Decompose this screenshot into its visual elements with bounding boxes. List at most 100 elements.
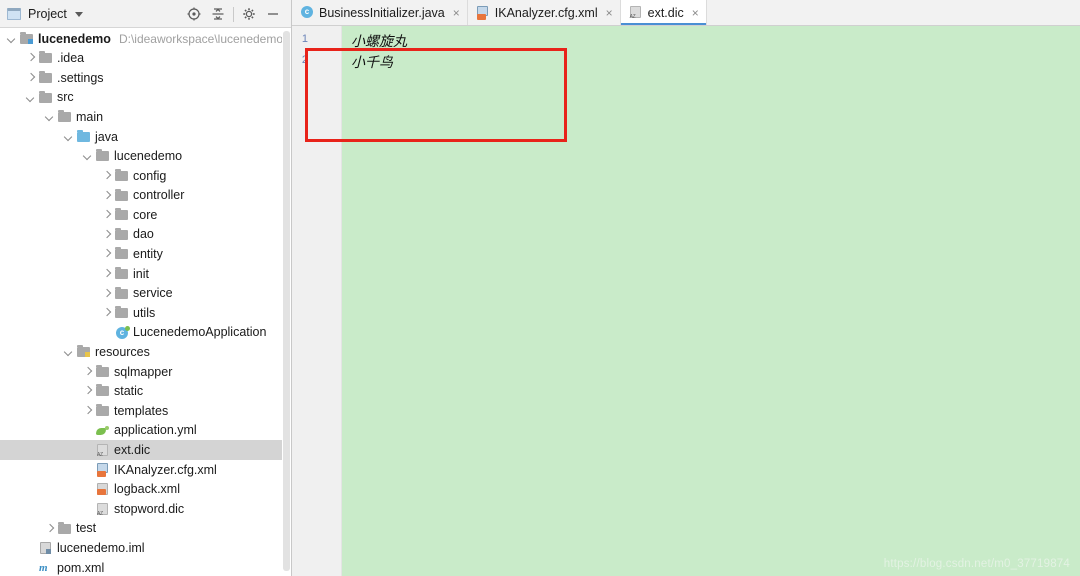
tree-node-lucenedemo[interactable]: lucenedemo [0, 147, 290, 167]
tab-label: IKAnalyzer.cfg.xml [494, 5, 598, 20]
tree-node-init[interactable]: init [0, 264, 290, 284]
tree-node-application-yml[interactable]: application.yml [0, 421, 290, 441]
project-tree-scrollbar-thumb[interactable] [283, 31, 290, 571]
collapse-arrow-icon[interactable] [44, 112, 55, 123]
expand-arrow-icon[interactable] [44, 523, 55, 534]
xml-file-icon [97, 483, 108, 496]
package-folder-icon [115, 247, 128, 260]
expand-arrow-icon[interactable] [101, 170, 112, 181]
package-folder-icon [115, 227, 128, 240]
expand-arrow-icon[interactable] [25, 72, 36, 83]
tree-node-java[interactable]: java [0, 127, 290, 147]
tree-node-main[interactable]: main [0, 107, 290, 127]
tree-node-ext-dic[interactable]: ext.dic [0, 440, 290, 461]
node-icon [38, 70, 53, 85]
project-tree[interactable]: lucenedemo D:\ideaworkspace\lucenedemo .id… [0, 29, 290, 576]
toolbar-divider [233, 6, 234, 22]
chevron-down-icon[interactable] [74, 12, 83, 17]
tree-node-src[interactable]: src [0, 88, 290, 108]
tree-node-sqlmapper[interactable]: sqlmapper [0, 362, 290, 382]
tree-node-dao[interactable]: dao [0, 225, 290, 245]
tree-node-label: pom.xml [57, 560, 105, 575]
package-folder-icon [115, 208, 128, 221]
tree-node--settings[interactable]: .settings [0, 68, 290, 88]
source-folder-icon [77, 129, 90, 142]
collapse-arrow-icon[interactable] [63, 347, 74, 358]
expand-arrow-icon[interactable] [101, 190, 112, 201]
tree-node-label: logback.xml [114, 482, 180, 497]
expand-arrow-icon[interactable] [82, 366, 93, 377]
no-arrow-spacer [25, 562, 36, 573]
tree-node-config[interactable]: config [0, 166, 290, 186]
node-icon [95, 443, 110, 458]
collapse-arrow-icon[interactable] [63, 131, 74, 142]
code-line[interactable]: 小千鸟 [351, 52, 393, 72]
expand-arrow-icon[interactable] [82, 406, 93, 417]
no-arrow-spacer [101, 327, 112, 338]
tree-node-core[interactable]: core [0, 205, 290, 225]
expand-arrow-icon[interactable] [101, 249, 112, 260]
tree-node-controller[interactable]: controller [0, 186, 290, 206]
editor-tab-ext-dic[interactable]: ext.dic × [620, 0, 707, 25]
tree-node--idea[interactable]: .idea [0, 49, 290, 69]
editor-tab-businessinitializer-java[interactable]: c BusinessInitializer.java × [292, 0, 468, 25]
expand-arrow-icon[interactable] [101, 268, 112, 279]
tree-node-label: utils [133, 305, 156, 320]
close-icon[interactable]: × [692, 7, 699, 19]
tree-node-templates[interactable]: templates [0, 401, 290, 421]
close-icon[interactable]: × [606, 7, 613, 19]
tree-node-ikanalyzer-cfg-xml[interactable]: IKAnalyzer.cfg.xml [0, 460, 290, 480]
project-tree-scrollbar[interactable] [282, 29, 291, 576]
collapse-all-icon[interactable] [206, 2, 230, 26]
tree-node-lucenedemo[interactable]: lucenedemo D:\ideaworkspace\lucenedemo [0, 29, 290, 49]
tree-node-label: lucenedemo [114, 149, 183, 164]
locate-icon[interactable] [182, 2, 206, 26]
tree-node-entity[interactable]: entity [0, 245, 290, 265]
editor-tab-ikanalyzer-cfg-xml[interactable]: IKAnalyzer.cfg.xml × [467, 0, 621, 25]
tree-node-label: test [76, 521, 97, 536]
code-line[interactable]: 小螺旋丸 [351, 31, 407, 51]
close-icon[interactable]: × [453, 7, 460, 19]
gear-icon[interactable] [237, 2, 261, 26]
tree-node-label: init [133, 266, 149, 281]
node-icon [95, 424, 110, 438]
dic-file-icon [97, 503, 108, 517]
tree-node-utils[interactable]: utils [0, 303, 290, 323]
collapse-arrow-icon[interactable] [82, 151, 93, 162]
tree-node-lucenedemoapplication[interactable]: c LucenedemoApplication [0, 323, 290, 343]
minimize-icon[interactable] [261, 2, 285, 26]
tree-node-service[interactable]: service [0, 284, 290, 304]
tree-node-test[interactable]: test [0, 519, 290, 539]
tree-node-label: .settings [57, 70, 104, 85]
tab-file-icon: c [300, 5, 314, 20]
tab-file-icon [629, 5, 643, 20]
tree-node-resources[interactable]: resources [0, 343, 290, 363]
node-icon [57, 110, 72, 124]
tree-node-static[interactable]: static [0, 382, 290, 402]
node-icon [114, 286, 129, 301]
expand-arrow-icon[interactable] [101, 288, 112, 299]
package-folder-icon [115, 306, 128, 319]
folder-icon [58, 110, 71, 123]
expand-arrow-icon[interactable] [101, 210, 112, 221]
expand-arrow-icon[interactable] [101, 308, 112, 319]
no-arrow-spacer [25, 543, 36, 554]
tree-node-logback-xml[interactable]: logback.xml [0, 480, 290, 500]
expand-arrow-icon[interactable] [101, 229, 112, 240]
package-folder-icon [115, 168, 128, 181]
package-folder-icon [115, 286, 128, 299]
tree-node-label: core [133, 207, 158, 222]
no-arrow-spacer [82, 464, 93, 475]
tree-node-stopword-dic[interactable]: stopword.dic [0, 499, 290, 519]
collapse-arrow-icon[interactable] [25, 92, 36, 103]
tree-node-pom-xml[interactable]: m pom.xml [0, 558, 290, 576]
collapse-arrow-icon[interactable] [6, 33, 17, 44]
tree-node-lucenedemo-iml[interactable]: lucenedemo.iml [0, 538, 290, 558]
expand-arrow-icon[interactable] [25, 53, 36, 64]
node-icon [57, 521, 72, 536]
editor-text-area[interactable]: 小螺旋丸 小千鸟 [343, 26, 1080, 576]
expand-arrow-icon[interactable] [82, 386, 93, 397]
folder-icon [39, 70, 52, 83]
node-icon [76, 129, 91, 144]
editor-area: c BusinessInitializer.java × IKAnalyzer.cfg… [292, 0, 1080, 576]
